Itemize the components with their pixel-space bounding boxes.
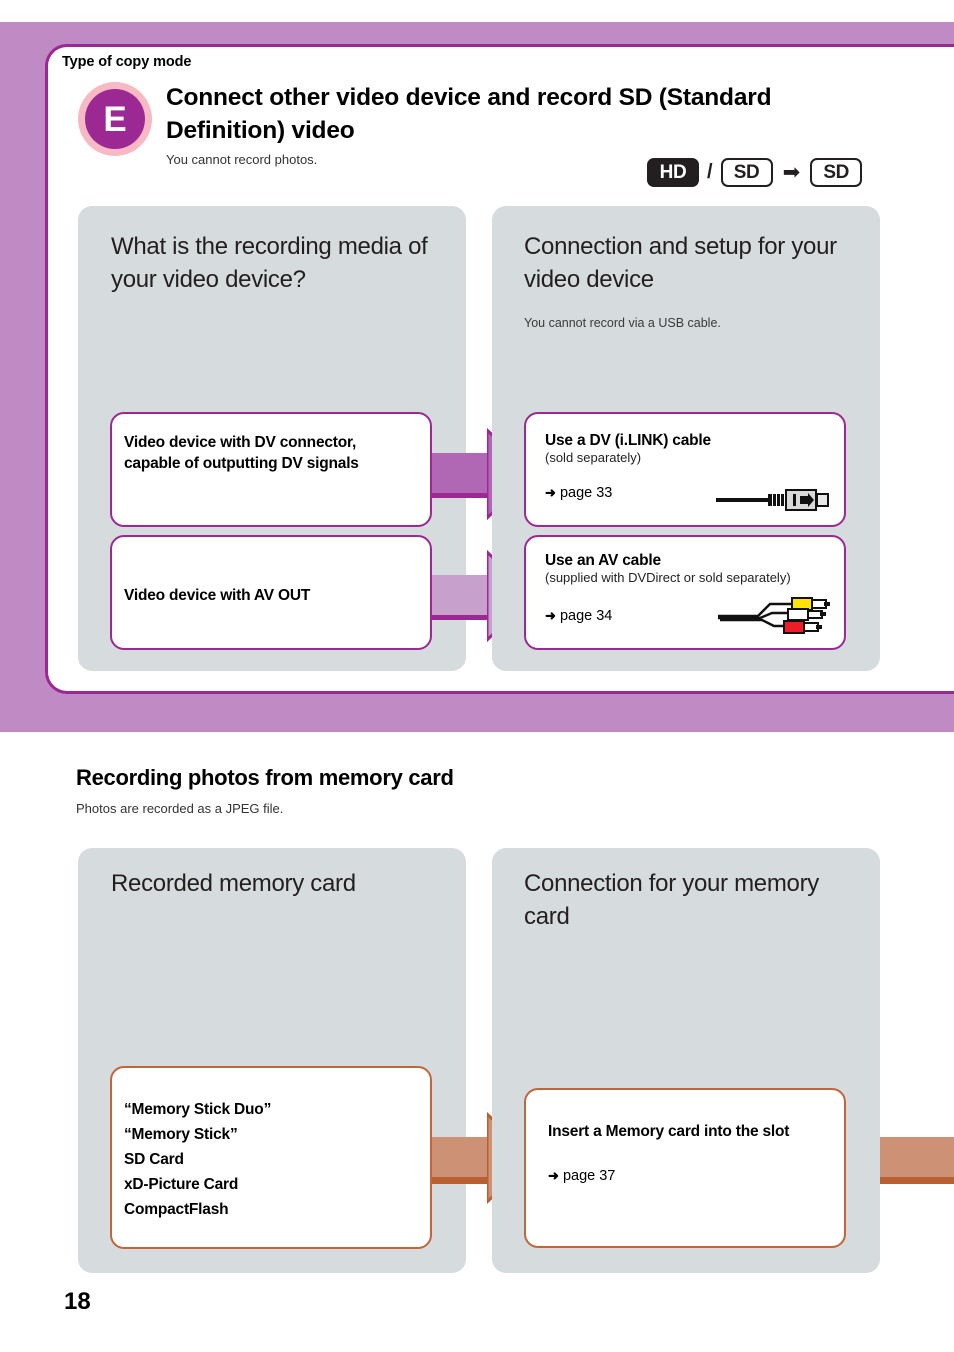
badge-sd-target: SD bbox=[810, 158, 863, 187]
page-ref-label: page 34 bbox=[559, 608, 613, 624]
page-ref-label: page 33 bbox=[559, 485, 613, 501]
page-ref-arrow-icon: ➜ bbox=[545, 608, 556, 623]
panel-recorded-memory-card-title: Recorded memory card bbox=[111, 870, 356, 897]
box-av-cable-page-ref: ➜ page 34 bbox=[545, 608, 612, 624]
connector-stub-dv-underline bbox=[432, 493, 494, 498]
panel-recording-media-title: What is the recording media of your vide… bbox=[111, 233, 428, 293]
mode-letter-badge: E bbox=[78, 82, 152, 156]
box-dv-cable-note: (sold separately) bbox=[545, 450, 642, 465]
badge-sd-source: SD bbox=[720, 158, 773, 187]
dv-cable-icon bbox=[716, 489, 829, 511]
right-arrow-icon: ➡ bbox=[782, 161, 801, 184]
section2-subtitle: Photos are recorded as a JPEG file. bbox=[76, 801, 284, 816]
box-dv-cable-page-ref: ➜ page 33 bbox=[545, 485, 612, 501]
page-number: 18 bbox=[64, 1288, 91, 1315]
connector-stub-memory bbox=[432, 1137, 494, 1177]
copy-mode-label: Type of copy mode bbox=[62, 54, 192, 70]
box-av-device-label: Video device with AV OUT bbox=[124, 587, 311, 604]
panel-connection-setup-title: Connection and setup for your video devi… bbox=[524, 233, 837, 293]
page-title: Connect other video device and record SD… bbox=[166, 84, 772, 144]
manual-page: Type of copy mode E Connect other video … bbox=[0, 0, 954, 1352]
mode-letter: E bbox=[85, 89, 145, 149]
page-ref-arrow-icon: ➜ bbox=[545, 485, 556, 500]
panel-memory-connection-title: Connection for your memory card bbox=[524, 870, 819, 930]
format-badges: HD / SD ➡ SD bbox=[647, 158, 863, 187]
connector-stub-av bbox=[432, 575, 494, 615]
box-av-cable-title: Use an AV cable bbox=[545, 552, 661, 569]
page-ref-arrow-icon: ➜ bbox=[548, 1168, 559, 1183]
page-ref-label: page 37 bbox=[562, 1168, 616, 1184]
box-insert-memory-card-page-ref: ➜ page 37 bbox=[548, 1168, 615, 1184]
panel-connection-setup-subtitle: You cannot record via a USB cable. bbox=[524, 316, 721, 330]
badge-hd: HD bbox=[647, 158, 699, 187]
connector-stub-dv bbox=[432, 453, 494, 493]
page-subtitle: You cannot record photos. bbox=[166, 152, 318, 167]
connector-stub-memory-underline bbox=[432, 1177, 494, 1184]
section2-title: Recording photos from memory card bbox=[76, 765, 454, 790]
box-insert-memory-card-title: Insert a Memory card into the slot bbox=[548, 1123, 790, 1140]
connector-stub-av-underline bbox=[432, 615, 494, 620]
box-memory-card-types-list: “Memory Stick Duo” “Memory Stick” SD Car… bbox=[124, 1101, 272, 1219]
box-dv-cable-title: Use a DV (i.LINK) cable bbox=[545, 432, 711, 449]
badge-separator: / bbox=[707, 161, 713, 183]
av-cable-icon bbox=[718, 597, 830, 634]
box-av-cable-note: (supplied with DVDirect or sold separate… bbox=[545, 570, 791, 585]
box-dv-device-label: Video device with DV connector, capable … bbox=[124, 434, 359, 473]
